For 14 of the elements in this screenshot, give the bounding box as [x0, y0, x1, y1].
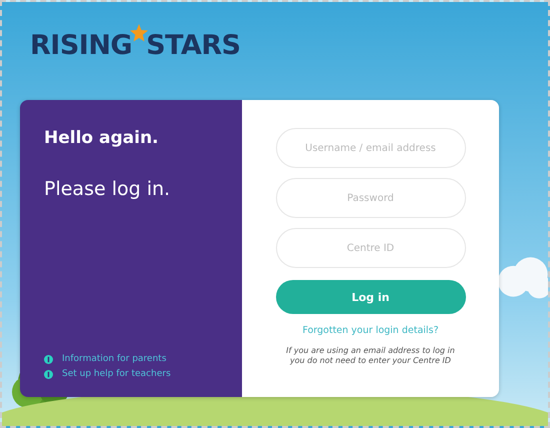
login-prompt: Please log in. [44, 178, 172, 200]
logo-text: STARS [146, 30, 240, 61]
help-link[interactable]: Information for parents [62, 354, 166, 364]
input-field[interactable]: Password [276, 178, 466, 218]
greeting: Hello again. [44, 128, 160, 148]
logo-text: RISING [30, 30, 132, 61]
star-icon [130, 24, 148, 42]
input-field[interactable]: Username / email address [276, 128, 466, 168]
note-text: If you are using an email address to log in you do not need to enter your Centre ID [285, 346, 456, 367]
login-button[interactable]: Log in [276, 280, 466, 314]
info-icon [44, 370, 53, 378]
info-icon [44, 354, 53, 364]
input-field[interactable]: Centre ID [276, 228, 466, 268]
help-link[interactable]: Set up help for teachers [62, 369, 171, 379]
